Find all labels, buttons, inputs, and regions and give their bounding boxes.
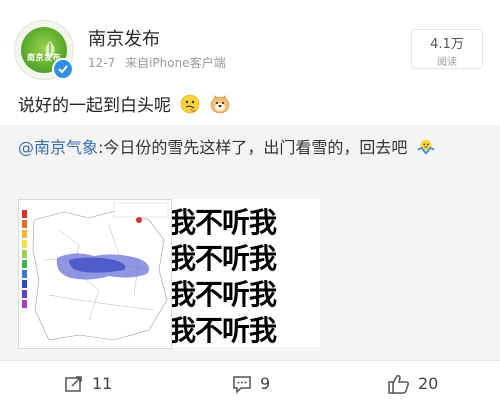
read-count-badge: 4.1万 阅读 — [411, 29, 483, 69]
comment-icon — [233, 375, 251, 394]
retweet-card[interactable]: @南京气象:今日份的雪先这样了，出门看雪的，回去吧 我不听我 我不听我 我不听我… — [0, 125, 500, 360]
like-button[interactable]: 20 — [388, 361, 438, 406]
retweet-text: @南京气象:今日份的雪先这样了，出门看雪的，回去吧 — [18, 135, 488, 161]
post-text: 说好的一起到白头呢 — [18, 96, 171, 116]
post-body: 说好的一起到白头呢 — [18, 91, 230, 116]
repost-icon — [65, 375, 82, 392]
verified-badge-icon — [52, 58, 74, 80]
meme-text-line: 我不听我 — [172, 242, 277, 275]
like-count: 20 — [418, 374, 439, 393]
author-name[interactable]: 南京发布 — [88, 25, 160, 51]
thumbs-up-icon — [388, 374, 409, 394]
doge-emoji-icon — [210, 95, 230, 114]
read-count-label: 阅读 — [437, 57, 457, 68]
meme-text-line: 我不听我 — [172, 206, 277, 239]
meme-text-line: 我不听我 — [172, 314, 277, 347]
retweet-body: :今日份的雪先这样了，出门看雪的，回去吧 — [98, 138, 408, 157]
retweet-mention-link[interactable]: @南京气象 — [18, 138, 98, 157]
read-count: 4.1万 — [430, 37, 464, 52]
shrug-emoji-icon — [417, 139, 435, 155]
weather-radar-image[interactable] — [18, 199, 172, 349]
post-header: 南京发布 南京发布 12-7 来自iPhone客户端 4.1万 阅读 — [0, 0, 500, 86]
post-source: 来自iPhone客户端 — [125, 56, 226, 70]
repost-button[interactable]: 11 — [64, 361, 112, 406]
meme-text-line: 我不听我 — [172, 278, 277, 311]
action-bar: 11 9 20 — [0, 361, 500, 406]
comment-button[interactable]: 9 — [232, 361, 270, 406]
meme-image[interactable]: 我不听我 我不听我 我不听我 我不听我 — [172, 199, 320, 347]
repost-count: 11 — [92, 374, 113, 393]
thinking-face-emoji-icon — [181, 94, 200, 114]
post-date: 12-7 — [88, 56, 116, 70]
comment-count: 9 — [260, 374, 271, 393]
post-meta: 12-7 来自iPhone客户端 — [88, 54, 232, 71]
